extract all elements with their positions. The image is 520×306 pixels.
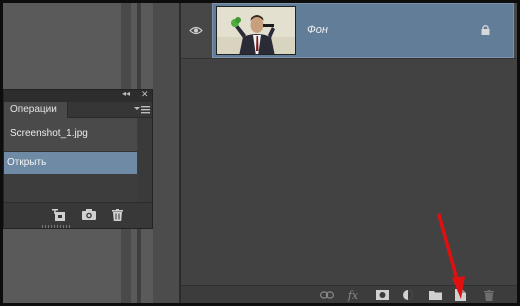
- annotation-arrow: [437, 213, 465, 299]
- app-window: Фон fx ◂◂ ✕ Операции Screenshot_1.jpg От…: [0, 0, 520, 306]
